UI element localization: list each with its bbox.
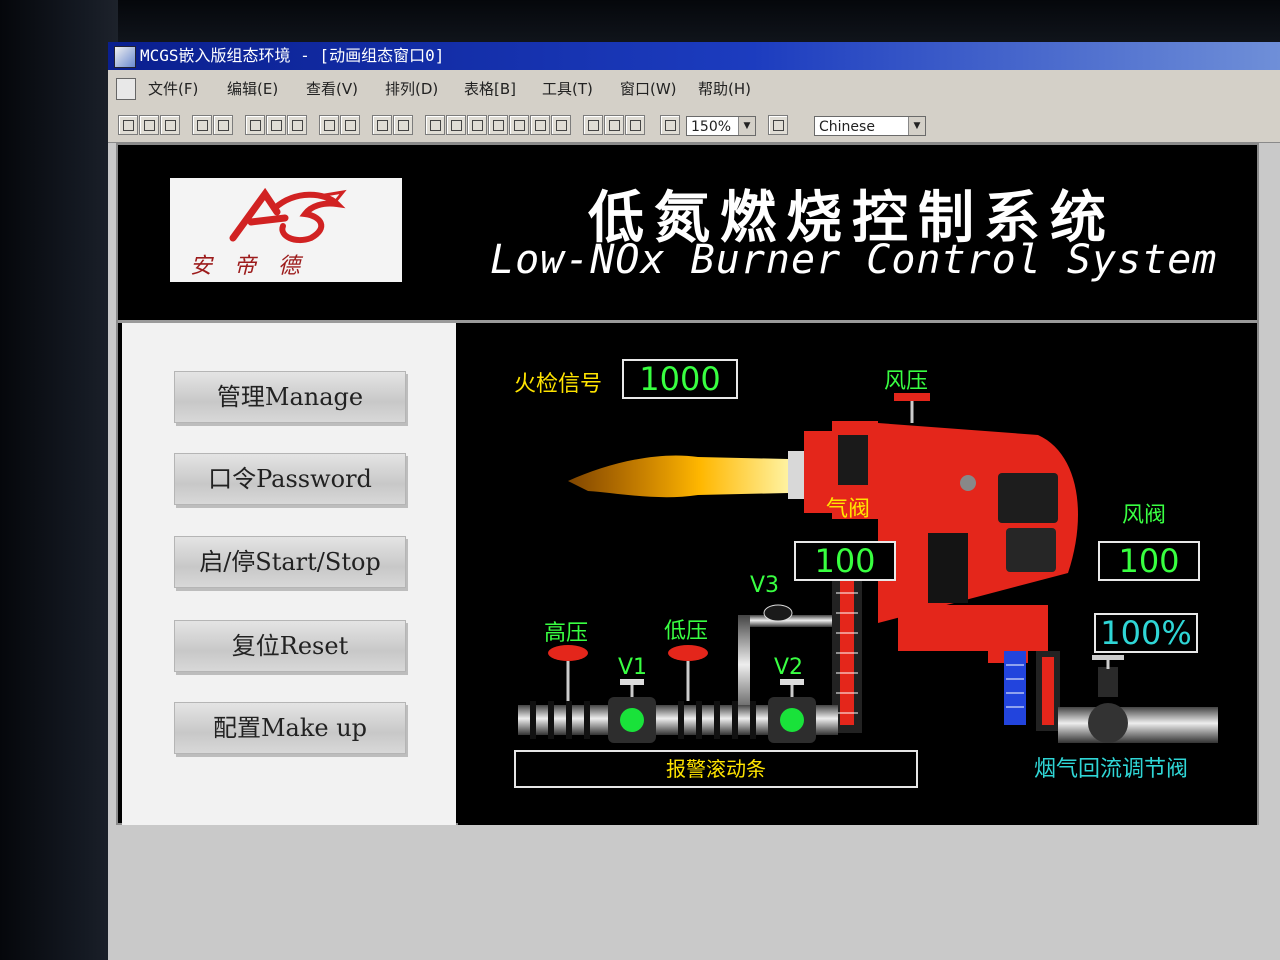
monitor-bezel-left [0, 0, 118, 960]
zoom-select[interactable]: 150% ▼ [686, 116, 756, 136]
logo-text: 安帝德 [190, 254, 323, 279]
make-up-button[interactable]: 配置Make up [174, 702, 406, 754]
hmi-header: 安帝德 低氮燃烧控制系统 Low-NOx Burner Control Syst… [118, 145, 1257, 323]
redo-icon[interactable] [340, 115, 360, 135]
v3-label: V3 [750, 573, 780, 598]
align-right-icon[interactable] [446, 115, 466, 135]
save-icon[interactable] [160, 115, 180, 135]
gas-valve-label: 气阀 [826, 497, 871, 522]
align-left-icon[interactable] [425, 115, 445, 135]
grid-icon[interactable] [551, 115, 571, 135]
menu-table[interactable]: 表格[B] [460, 70, 520, 108]
air-damper-percent[interactable]: 100% [1094, 613, 1198, 653]
flame-signal-label: 火检信号 [514, 372, 603, 397]
reset-button[interactable]: 复位Reset [174, 620, 406, 672]
print-icon[interactable] [192, 115, 212, 135]
language-value: Chinese [819, 119, 875, 135]
v2-label: V2 [774, 655, 804, 680]
title-bar[interactable]: MCGS嵌入版组态环境 - [动画组态窗口0] [108, 42, 1280, 70]
menu-view[interactable]: 查看(V) [302, 70, 362, 108]
toolbar: 150% ▼ Chinese ▼ [108, 108, 1280, 143]
menu-bar: 文件(F) 编辑(E) 查看(V) 排列(D) 表格[B] 工具(T) 窗口(W… [108, 70, 1280, 109]
distribute-icon[interactable] [509, 115, 529, 135]
paste-icon[interactable] [287, 115, 307, 135]
layer-icon[interactable] [583, 115, 603, 135]
language-select[interactable]: Chinese ▼ [814, 116, 926, 136]
context-help-icon[interactable] [660, 115, 680, 135]
check-icon[interactable] [604, 115, 624, 135]
workspace: 安帝德 低氮燃烧控制系统 Low-NOx Burner Control Syst… [108, 143, 1280, 960]
toolbox-icon[interactable] [372, 115, 392, 135]
menu-tools[interactable]: 工具(T) [538, 70, 597, 108]
print-preview-icon[interactable] [213, 115, 233, 135]
menu-help[interactable]: 帮助(H) [694, 70, 755, 108]
chevron-down-icon: ▼ [738, 117, 755, 135]
high-pressure-label: 高压 [544, 621, 589, 646]
property-icon[interactable] [625, 115, 645, 135]
password-button[interactable]: 口令Password [174, 453, 406, 505]
low-pressure-label: 低压 [664, 619, 709, 644]
language-icon[interactable] [768, 115, 788, 135]
center-icon[interactable] [530, 115, 550, 135]
v1-label: V1 [618, 655, 648, 680]
fgr-valve-label: 烟气回流调节阀 [1034, 757, 1189, 782]
menu-arrange[interactable]: 排列(D) [381, 70, 442, 108]
text-icon[interactable] [488, 115, 508, 135]
application-window: MCGS嵌入版组态环境 - [动画组态窗口0] 文件(F) 编辑(E) 查看(V… [108, 42, 1280, 960]
frame-icon[interactable] [393, 115, 413, 135]
zoom-value: 150% [691, 119, 732, 135]
menu-file[interactable]: 文件(F) [144, 70, 202, 108]
window-title: MCGS嵌入版组态环境 - [动画组态窗口0] [140, 46, 445, 65]
dragon-logo-icon [229, 188, 347, 244]
alarm-ticker[interactable]: 报警滚动条 [514, 750, 918, 788]
gas-valve-value[interactable]: 100 [794, 541, 896, 581]
system-title-en: Low-NOx Burner Control System [490, 237, 1218, 283]
cut-icon[interactable] [245, 115, 265, 135]
start-stop-button[interactable]: 启/停Start/Stop [174, 536, 406, 588]
document-icon[interactable] [116, 78, 136, 100]
menu-edit[interactable]: 编辑(E) [223, 70, 282, 108]
new-window-icon[interactable] [118, 115, 138, 135]
chevron-down-icon: ▼ [908, 117, 925, 135]
menu-window[interactable]: 窗口(W) [616, 70, 681, 108]
air-pressure-label: 风压 [884, 369, 929, 394]
navigation-panel: 管理Manage 口令Password 启/停Start/Stop 复位Rese… [122, 323, 456, 825]
air-damper-label: 风阀 [1122, 503, 1167, 528]
process-diagram: 火检信号 1000 风压 气阀 100 风阀 100 100% V3 高压 低压… [458, 323, 1257, 825]
hmi-canvas: 安帝德 低氮燃烧控制系统 Low-NOx Burner Control Syst… [116, 143, 1259, 825]
undo-icon[interactable] [319, 115, 339, 135]
monitor-bezel-top [0, 0, 1280, 42]
align-top-icon[interactable] [467, 115, 487, 135]
company-logo: 安帝德 [170, 178, 402, 282]
manage-button[interactable]: 管理Manage [174, 371, 406, 423]
open-icon[interactable] [139, 115, 159, 135]
app-icon [114, 46, 136, 68]
air-damper-value[interactable]: 100 [1098, 541, 1200, 581]
copy-icon[interactable] [266, 115, 286, 135]
flame-signal-value[interactable]: 1000 [622, 359, 738, 399]
